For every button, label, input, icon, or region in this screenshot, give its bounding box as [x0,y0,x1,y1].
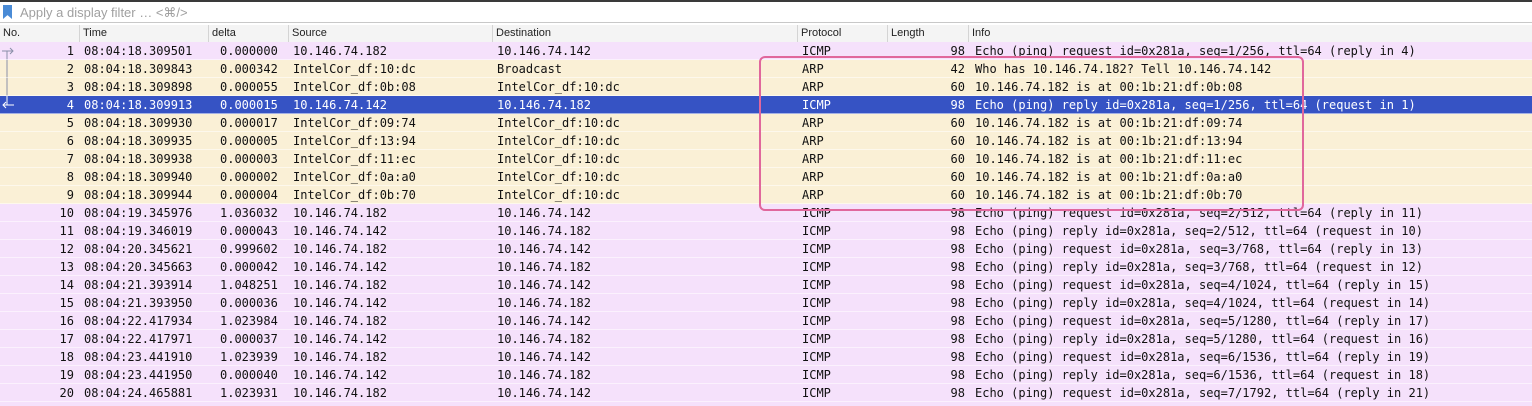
table-row[interactable]: 14 08:04:21.393914 1.048251 10.146.74.182 10… [0,276,1532,294]
packet-info: Echo (ping) reply id=0x281a, seq=3/768, … [975,260,1423,274]
table-row[interactable]: 15 08:04:21.393950 0.000036 10.146.74.142 10… [0,294,1532,312]
table-row[interactable]: 2 08:04:18.309843 0.000342 IntelCor_df:10:d… [0,60,1532,78]
column-header-protocol[interactable]: Protocol [797,25,887,42]
packet-length: 98 [950,44,965,58]
table-row[interactable]: 3 08:04:18.309898 0.000055 IntelCor_df:0b:0… [0,78,1532,96]
table-row[interactable]: 12 08:04:20.345621 0.999602 10.146.74.182 10… [0,240,1532,258]
display-filter-bar [0,0,1532,23]
packet-length: 98 [950,242,965,256]
packet-length: 98 [950,368,965,382]
table-row[interactable]: 16 08:04:22.417934 1.023984 10.146.74.182 10… [0,312,1532,330]
packet-list: 1 08:04:18.309501 0.000000 10.146.74.182 10.… [0,42,1532,406]
table-row[interactable]: 21 [0,402,1532,406]
table-row[interactable]: 20 08:04:24.465881 1.023931 10.146.74.182 10… [0,384,1532,402]
packet-list-header: No. Time delta Source Destination Protoc… [0,25,1532,43]
packet-length: 42 [950,62,965,76]
column-header-info[interactable]: Info [968,25,1532,42]
packet-info: 10.146.74.182 is at 00:1b:21:df:0b:08 [975,80,1243,94]
table-row[interactable]: 18 08:04:23.441910 1.023939 10.146.74.182 10… [0,348,1532,366]
packet-length: 98 [950,386,965,400]
packet-length: 98 [950,296,965,310]
packet-length: 98 [950,350,965,364]
packet-info: 10.146.74.182 is at 00:1b:21:df:0b:70 [975,188,1243,202]
packet-length: 60 [950,134,965,148]
table-row[interactable]: 7 08:04:18.309938 0.000003 IntelCor_df:11:e… [0,150,1532,168]
packet-length: 60 [950,116,965,130]
column-header-time[interactable]: Time [79,25,208,42]
packet-length: 98 [950,206,965,220]
table-row-selected[interactable]: 4 08:04:18.309913 0.000015 10.146.74.142 10.… [0,96,1532,114]
packet-info: Echo (ping) reply id=0x281a, seq=2/512, … [975,224,1423,238]
table-row[interactable]: 13 08:04:20.345663 0.000042 10.146.74.142 10… [0,258,1532,276]
packet-info: Echo (ping) request id=0x281a, seq=4/102… [975,278,1431,292]
column-header-no[interactable]: No. [0,25,79,42]
table-row[interactable]: 10 08:04:19.345976 1.036032 10.146.74.182 10… [0,204,1532,222]
packet-info: Echo (ping) request id=0x281a, seq=6/153… [975,350,1431,364]
table-row[interactable]: 8 08:04:18.309940 0.000002 IntelCor_df:0a:a… [0,168,1532,186]
packet-length: 98 [950,260,965,274]
column-header-delta[interactable]: delta [208,25,288,42]
table-row[interactable]: 5 08:04:18.309930 0.000017 IntelCor_df:09:7… [0,114,1532,132]
packet-info: Echo (ping) reply id=0x281a, seq=6/1536,… [975,368,1431,382]
packet-length: 98 [950,278,965,292]
packet-info: Echo (ping) request id=0x281a, seq=7/179… [975,386,1431,400]
table-row[interactable]: 9 08:04:18.309944 0.000004 IntelCor_df:0b:7… [0,186,1532,204]
packet-info: Echo (ping) request id=0x281a, seq=1/256… [975,44,1416,58]
packet-info: 10.146.74.182 is at 00:1b:21:df:11:ec [975,152,1243,166]
packet-info: 10.146.74.182 is at 00:1b:21:df:09:74 [975,116,1243,130]
table-row[interactable]: 6 08:04:18.309935 0.000005 IntelCor_df:13:9… [0,132,1532,150]
packet-length: 98 [950,224,965,238]
packet-info: Echo (ping) reply id=0x281a, seq=4/1024,… [975,296,1431,310]
packet-length: 98 [950,98,965,112]
packet-info: Echo (ping) reply id=0x281a, seq=1/256, … [975,98,1416,112]
column-header-destination[interactable]: Destination [492,25,797,42]
packet-info: Who has 10.146.74.182? Tell 10.146.74.14… [975,62,1272,76]
table-row[interactable]: 11 08:04:19.346019 0.000043 10.146.74.142 10… [0,222,1532,240]
packet-length: 98 [950,314,965,328]
packet-number: 21 [0,402,74,406]
packet-info: 10.146.74.182 is at 00:1b:21:df:0a:a0 [975,170,1243,184]
table-row[interactable]: 19 08:04:23.441950 0.000040 10.146.74.142 10… [0,366,1532,384]
packet-length: 60 [950,152,965,166]
packet-info: 10.146.74.182 is at 00:1b:21:df:13:94 [975,134,1243,148]
packet-info: Echo (ping) request id=0x281a, seq=3/768… [975,242,1423,256]
packet-info: Echo (ping) request id=0x281a, seq=5/128… [975,314,1431,328]
packet-length: 60 [950,188,965,202]
bookmark-icon[interactable] [3,5,12,19]
table-row[interactable]: 1 08:04:18.309501 0.000000 10.146.74.182 10.… [0,42,1532,60]
table-row[interactable]: 17 08:04:22.417971 0.000037 10.146.74.142 10… [0,330,1532,348]
packet-length: 60 [950,170,965,184]
column-header-length[interactable]: Length [887,25,968,42]
display-filter-input[interactable] [15,2,1530,22]
column-header-source[interactable]: Source [288,25,492,42]
packet-info: Echo (ping) request id=0x281a, seq=2/512… [975,206,1423,220]
packet-info: Echo (ping) reply id=0x281a, seq=5/1280,… [975,332,1431,346]
packet-length: 60 [950,80,965,94]
packet-length: 98 [950,332,965,346]
